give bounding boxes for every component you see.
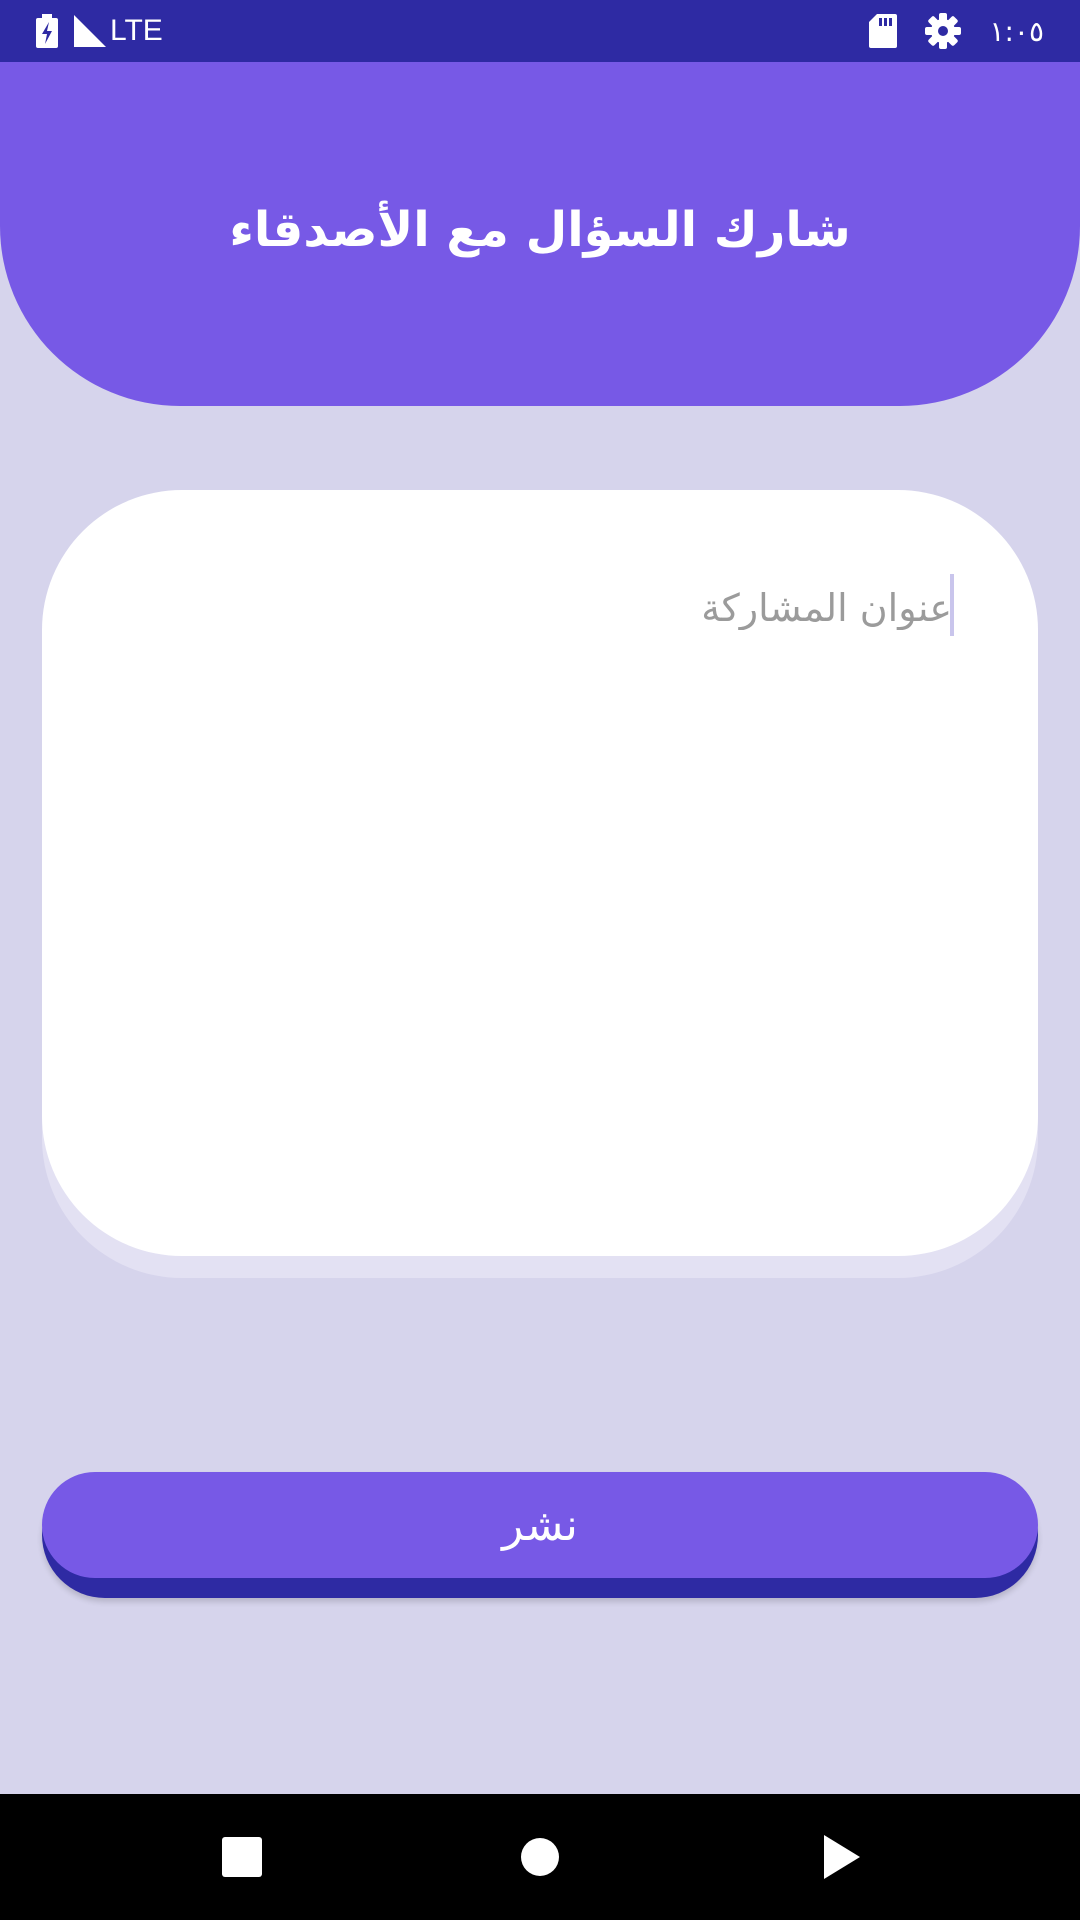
back-icon [824, 1835, 860, 1879]
signal-icon [74, 15, 106, 47]
sd-card-icon [869, 14, 898, 48]
publish-button-label: نشر [502, 1499, 578, 1551]
status-right-group: ١:٠٥ [869, 0, 1044, 62]
recents-icon [222, 1837, 262, 1877]
home-icon [521, 1838, 559, 1876]
back-button[interactable] [782, 1794, 902, 1920]
battery-charging-icon [36, 14, 58, 48]
navigation-bar [0, 1794, 1080, 1920]
home-button[interactable] [480, 1794, 600, 1920]
status-left-group: LTE [36, 0, 163, 62]
recents-button[interactable] [182, 1794, 302, 1920]
page-title: شارك السؤال مع الأصدقاء [229, 202, 851, 258]
status-clock: ١:٠٥ [989, 14, 1044, 48]
publish-button-face[interactable]: نشر [42, 1472, 1038, 1578]
header-banner: شارك السؤال مع الأصدقاء [0, 62, 1080, 406]
network-type-label: LTE [110, 14, 163, 47]
post-card [42, 490, 1038, 1256]
gear-icon [925, 13, 962, 49]
text-cursor [950, 574, 954, 636]
post-title-input[interactable] [132, 576, 952, 640]
status-bar: LTE ١:٠٥ [0, 0, 1080, 62]
publish-button[interactable]: نشر [42, 1472, 1038, 1598]
